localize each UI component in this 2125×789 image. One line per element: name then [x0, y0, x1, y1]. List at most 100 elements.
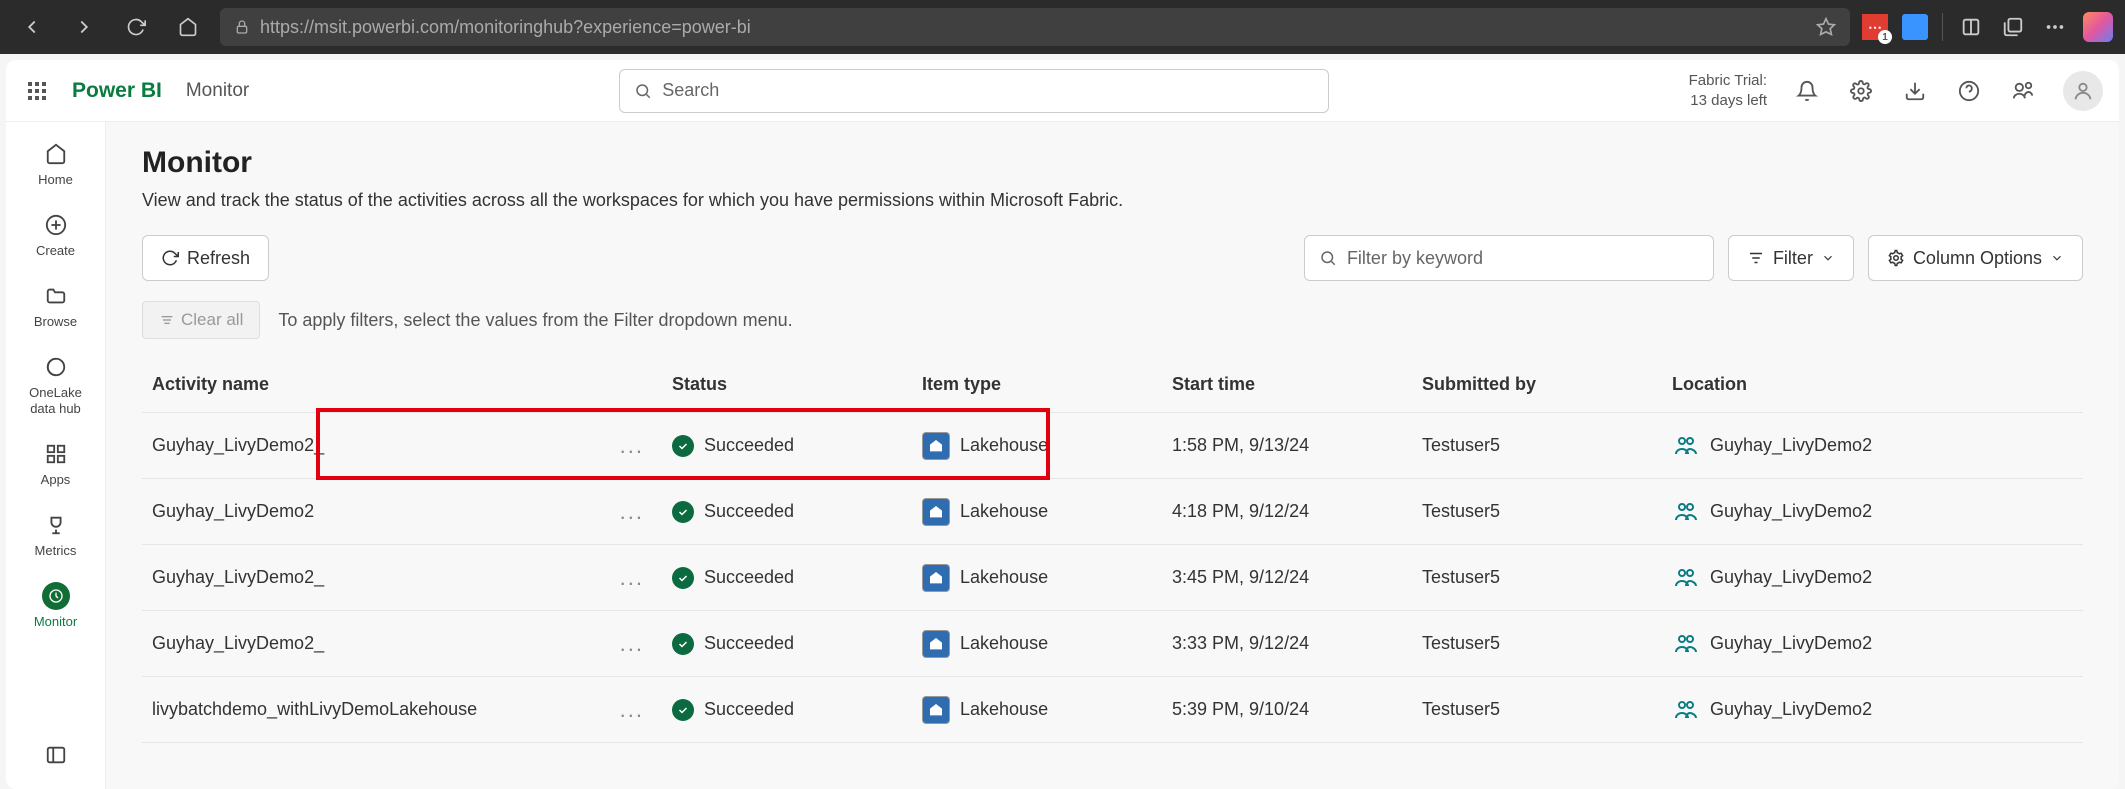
- sidebar-item-home[interactable]: Home: [16, 132, 96, 195]
- sidebar-item-label: Metrics: [35, 543, 77, 558]
- cell-location[interactable]: Guyhay_LivyDemo2: [1672, 630, 1972, 658]
- plus-icon: [42, 211, 70, 239]
- cell-submitted-by: Testuser5: [1422, 501, 1672, 522]
- cell-location[interactable]: Guyhay_LivyDemo2: [1672, 498, 1972, 526]
- extension-red-icon[interactable]: ⋯: [1862, 14, 1888, 40]
- col-submitted-by[interactable]: Submitted by: [1422, 374, 1672, 395]
- cell-status: Succeeded: [672, 501, 922, 523]
- sidebar-item-browse[interactable]: Browse: [16, 274, 96, 337]
- cell-status: Succeeded: [672, 633, 922, 655]
- filter-hint-text: To apply filters, select the values from…: [278, 310, 792, 331]
- filter-icon: [1747, 249, 1765, 267]
- cell-activity[interactable]: Guyhay_LivyDemo2_...: [152, 433, 672, 459]
- star-icon[interactable]: [1816, 17, 1836, 37]
- table-row[interactable]: Guyhay_LivyDemo2...SucceededLakehouse4:1…: [142, 479, 2083, 545]
- col-activity[interactable]: Activity name: [152, 374, 672, 395]
- download-icon[interactable]: [1901, 77, 1929, 105]
- more-icon[interactable]: ...: [620, 631, 644, 657]
- more-icon[interactable]: ...: [620, 433, 644, 459]
- trophy-icon: [42, 511, 70, 539]
- table-row[interactable]: Guyhay_LivyDemo2_...SucceededLakehouse3:…: [142, 545, 2083, 611]
- col-item-type[interactable]: Item type: [922, 374, 1172, 395]
- success-icon: [672, 567, 694, 589]
- browser-back-button[interactable]: [12, 7, 52, 47]
- feedback-icon[interactable]: [2009, 77, 2037, 105]
- cell-location[interactable]: Guyhay_LivyDemo2: [1672, 564, 1972, 592]
- filter-keyword-input[interactable]: Filter by keyword: [1304, 235, 1714, 281]
- more-icon[interactable]: ...: [620, 697, 644, 723]
- cell-item-type: Lakehouse: [922, 630, 1172, 658]
- workspace-icon: [1672, 696, 1700, 724]
- table-row[interactable]: livybatchdemo_withLivyDemoLakehouse...Su…: [142, 677, 2083, 743]
- app-launcher-icon[interactable]: [22, 76, 52, 106]
- monitor-icon: [42, 582, 70, 610]
- col-start-time[interactable]: Start time: [1172, 374, 1422, 395]
- clear-icon: [159, 312, 175, 328]
- chevron-down-icon: [2050, 251, 2064, 265]
- activities-table: Activity name Status Item type Start tim…: [142, 357, 2083, 743]
- success-icon: [672, 501, 694, 523]
- column-options-button[interactable]: Column Options: [1868, 235, 2083, 281]
- sidebar-item-label: Apps: [41, 472, 71, 487]
- browser-url-bar[interactable]: https://msit.powerbi.com/monitoringhub?e…: [220, 8, 1850, 46]
- sidebar-item-onelake[interactable]: OneLake data hub: [16, 345, 96, 424]
- notifications-icon[interactable]: [1793, 77, 1821, 105]
- more-icon[interactable]: ...: [620, 565, 644, 591]
- home-icon: [42, 140, 70, 168]
- workspace-icon: [1672, 630, 1700, 658]
- cell-submitted-by: Testuser5: [1422, 699, 1672, 720]
- cell-activity[interactable]: Guyhay_LivyDemo2...: [152, 499, 672, 525]
- cell-submitted-by: Testuser5: [1422, 435, 1672, 456]
- tabs-icon[interactable]: [1999, 13, 2027, 41]
- cell-submitted-by: Testuser5: [1422, 567, 1672, 588]
- search-input[interactable]: Search: [619, 69, 1329, 113]
- search-icon: [634, 82, 652, 100]
- trial-status[interactable]: Fabric Trial: 13 days left: [1689, 71, 1767, 110]
- sidebar-item-monitor[interactable]: Monitor: [16, 574, 96, 637]
- cell-location[interactable]: Guyhay_LivyDemo2: [1672, 432, 1972, 460]
- lakehouse-icon: [922, 630, 950, 658]
- sidebar-item-metrics[interactable]: Metrics: [16, 503, 96, 566]
- browser-refresh-button[interactable]: [116, 7, 156, 47]
- browser-forward-button[interactable]: [64, 7, 104, 47]
- col-location[interactable]: Location: [1672, 374, 1972, 395]
- sidebar-item-create[interactable]: Create: [16, 203, 96, 266]
- table-row[interactable]: Guyhay_LivyDemo2_...SucceededLakehouse3:…: [142, 611, 2083, 677]
- extension-blue-icon[interactable]: [1902, 14, 1928, 40]
- collections-icon[interactable]: [1957, 13, 1985, 41]
- more-icon[interactable]: ...: [620, 499, 644, 525]
- col-status[interactable]: Status: [672, 374, 922, 395]
- breadcrumb[interactable]: Monitor: [186, 80, 249, 102]
- cell-item-type: Lakehouse: [922, 696, 1172, 724]
- filter-button[interactable]: Filter: [1728, 235, 1854, 281]
- success-icon: [672, 633, 694, 655]
- chevron-down-icon: [1821, 251, 1835, 265]
- cell-location[interactable]: Guyhay_LivyDemo2: [1672, 696, 1972, 724]
- workspace-icon: [1672, 564, 1700, 592]
- lakehouse-icon: [922, 432, 950, 460]
- lakehouse-icon: [922, 564, 950, 592]
- refresh-button[interactable]: Refresh: [142, 235, 269, 281]
- help-icon[interactable]: [1955, 77, 1983, 105]
- cell-start-time: 1:58 PM, 9/13/24: [1172, 435, 1422, 456]
- divider: [1942, 13, 1943, 41]
- lakehouse-icon: [922, 696, 950, 724]
- cell-activity[interactable]: Guyhay_LivyDemo2_...: [152, 565, 672, 591]
- copilot-icon[interactable]: [2083, 12, 2113, 42]
- table-row[interactable]: Guyhay_LivyDemo2_...SucceededLakehouse1:…: [142, 413, 2083, 479]
- clear-all-button[interactable]: Clear all: [142, 301, 260, 339]
- brand-label[interactable]: Power BI: [72, 79, 162, 103]
- cell-start-time: 5:39 PM, 9/10/24: [1172, 699, 1422, 720]
- cell-status: Succeeded: [672, 699, 922, 721]
- success-icon: [672, 699, 694, 721]
- cell-activity[interactable]: Guyhay_LivyDemo2_...: [152, 631, 672, 657]
- sidebar-item-workspaces[interactable]: [16, 733, 96, 777]
- settings-icon[interactable]: [1847, 77, 1875, 105]
- cell-item-type: Lakehouse: [922, 564, 1172, 592]
- gear-icon: [1887, 249, 1905, 267]
- avatar[interactable]: [2063, 71, 2103, 111]
- cell-activity[interactable]: livybatchdemo_withLivyDemoLakehouse...: [152, 697, 672, 723]
- more-icon[interactable]: [2041, 13, 2069, 41]
- sidebar-item-apps[interactable]: Apps: [16, 432, 96, 495]
- browser-home-button[interactable]: [168, 7, 208, 47]
